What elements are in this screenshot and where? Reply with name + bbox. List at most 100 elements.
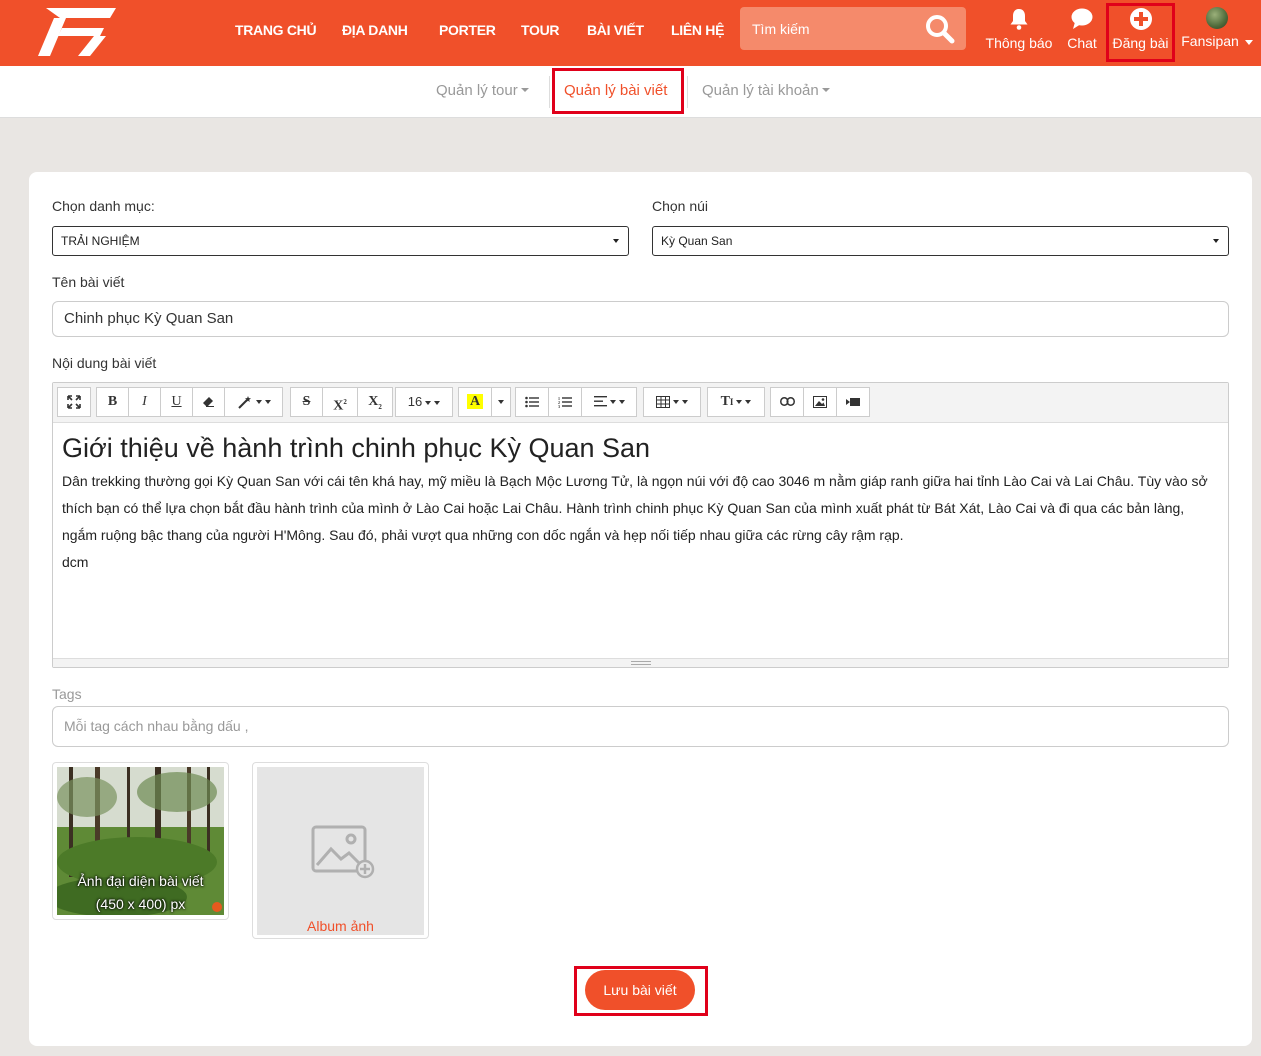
resize-grip-icon bbox=[631, 661, 651, 665]
nav-link-contact[interactable]: LIÊN HỆ bbox=[671, 22, 724, 38]
image-icon bbox=[813, 395, 827, 408]
text-color-button[interactable]: A bbox=[458, 387, 492, 417]
chevron-down-icon bbox=[1244, 39, 1253, 45]
title-input[interactable]: Chinh phục Kỳ Quan San bbox=[52, 301, 1229, 337]
insert-link-button[interactable] bbox=[770, 387, 804, 417]
subscript-button[interactable]: X2 bbox=[357, 387, 393, 417]
category-selected-value: TRẢI NGHIỆM bbox=[61, 234, 140, 248]
notifications-label: Thông báo bbox=[985, 35, 1053, 51]
rich-text-editor: B I U S X2 X2 16 A 123 TI Giới thiệu về … bbox=[52, 382, 1229, 668]
font-size-dropdown[interactable]: 16 bbox=[395, 387, 453, 417]
album-caption: Album ảnh bbox=[307, 918, 374, 934]
chat-button[interactable]: Chat bbox=[1064, 4, 1100, 60]
editor-extra-line: dcm bbox=[62, 554, 89, 570]
font-size-value: 16 bbox=[407, 394, 423, 409]
table-icon bbox=[656, 395, 670, 408]
user-menu-label: Fansipan bbox=[1181, 33, 1253, 49]
bold-button[interactable]: B bbox=[96, 387, 129, 417]
search-input[interactable] bbox=[740, 7, 920, 50]
chat-bubble-icon bbox=[1071, 8, 1093, 29]
bell-icon bbox=[1010, 9, 1028, 30]
tab-tour-manage-label: Quản lý tour bbox=[436, 82, 518, 99]
top-navbar: TRANG CHỦ ĐỊA DANH PORTER TOUR BÀI VIẾT … bbox=[0, 0, 1261, 66]
caret-down-icon bbox=[520, 87, 529, 92]
editor-resize-handle[interactable] bbox=[53, 658, 1228, 667]
superscript-button[interactable]: X2 bbox=[322, 387, 358, 417]
fullscreen-icon bbox=[67, 394, 81, 409]
eraser-button[interactable] bbox=[192, 387, 225, 417]
cover-caption-line1: Ảnh đại diện bài viết bbox=[77, 873, 204, 889]
editor-heading: Giới thiệu về hành trình chinh phục Kỳ Q… bbox=[62, 433, 651, 463]
user-menu[interactable]: Fansipan bbox=[1181, 4, 1253, 60]
category-select[interactable]: TRẢI NGHIỆM bbox=[52, 226, 629, 256]
mountain-select[interactable]: Kỳ Quan San bbox=[652, 226, 1229, 256]
unordered-list-button[interactable] bbox=[515, 387, 549, 417]
add-image-icon bbox=[311, 825, 375, 879]
editor-paragraph: Dân trekking thường gọi Kỳ Quan San với … bbox=[62, 473, 1208, 543]
title-label: Tên bài viết bbox=[52, 274, 125, 290]
video-icon bbox=[846, 397, 860, 406]
magic-style-dropdown[interactable] bbox=[224, 387, 283, 417]
style-dropdown[interactable]: TI bbox=[707, 387, 765, 417]
cover-caption-line2: (450 x 400) px bbox=[95, 896, 186, 912]
mountain-label: Chọn núi bbox=[652, 198, 709, 214]
plus-circle-icon bbox=[1129, 8, 1152, 30]
forest-photo bbox=[57, 767, 224, 915]
table-dropdown[interactable] bbox=[643, 387, 701, 417]
svg-text:3: 3 bbox=[558, 404, 560, 408]
tab-post-manage[interactable]: Quản lý bài viết bbox=[564, 82, 667, 99]
link-icon bbox=[779, 397, 795, 407]
album-upload[interactable]: Album ảnh bbox=[252, 762, 429, 939]
highlight-a-icon: A bbox=[466, 394, 484, 409]
album-placeholder: Album ảnh bbox=[257, 767, 424, 935]
editor-toolbar: B I U S X2 X2 16 A 123 TI bbox=[53, 383, 1228, 423]
tags-placeholder: Mỗi tag cách nhau bằng dấu , bbox=[64, 718, 249, 734]
site-logo[interactable] bbox=[32, 6, 120, 58]
post-form-card: Chọn danh mục: TRẢI NGHIỆM Chọn núi Kỳ Q… bbox=[29, 172, 1252, 1046]
save-post-button[interactable]: Lưu bài viết bbox=[585, 970, 695, 1010]
eraser-icon bbox=[203, 397, 214, 408]
chat-label: Chat bbox=[1067, 35, 1097, 51]
nav-link-places[interactable]: ĐỊA DANH bbox=[342, 22, 408, 38]
text-color-dropdown[interactable] bbox=[491, 387, 511, 417]
tab-account-manage-label: Quản lý tài khoản bbox=[702, 82, 819, 99]
cover-image-preview: Ảnh đại diện bài viết (450 x 400) px bbox=[57, 767, 224, 915]
select-arrow-icon bbox=[1213, 239, 1219, 243]
fullscreen-button[interactable] bbox=[57, 387, 91, 417]
category-label: Chọn danh mục: bbox=[52, 198, 155, 214]
search-box bbox=[740, 7, 966, 50]
insert-video-button[interactable] bbox=[836, 387, 870, 417]
editor-content-area[interactable]: Giới thiệu về hành trình chinh phục Kỳ Q… bbox=[53, 423, 1228, 659]
select-arrow-icon bbox=[613, 239, 619, 243]
user-name: Fansipan bbox=[1181, 33, 1239, 49]
italic-button[interactable]: I bbox=[128, 387, 161, 417]
create-post-button[interactable]: Đăng bài bbox=[1109, 4, 1172, 60]
notifications-button[interactable]: Thông báo bbox=[984, 4, 1054, 60]
bullet-list-icon bbox=[525, 396, 539, 408]
avatar bbox=[1206, 7, 1228, 29]
tags-label: Tags bbox=[52, 686, 82, 702]
caret-down-icon bbox=[821, 87, 830, 92]
strikethrough-button[interactable]: S bbox=[290, 387, 323, 417]
underline-button[interactable]: U bbox=[160, 387, 193, 417]
search-icon[interactable] bbox=[924, 14, 956, 44]
divider bbox=[687, 76, 688, 108]
tags-input[interactable]: Mỗi tag cách nhau bằng dấu , bbox=[52, 706, 1229, 747]
insert-image-button[interactable] bbox=[803, 387, 837, 417]
numbered-list-icon: 123 bbox=[558, 396, 572, 409]
ordered-list-button[interactable]: 123 bbox=[548, 387, 582, 417]
nav-link-home[interactable]: TRANG CHỦ bbox=[235, 22, 317, 38]
cover-image-upload[interactable]: Ảnh đại diện bài viết (450 x 400) px bbox=[52, 762, 229, 920]
content-label: Nội dung bài viết bbox=[52, 355, 157, 371]
nav-link-posts[interactable]: BÀI VIẾT bbox=[587, 22, 644, 38]
nav-link-tour[interactable]: TOUR bbox=[521, 22, 560, 38]
admin-subnav: Quản lý tour Quản lý bài viết Quản lý tà… bbox=[0, 66, 1261, 118]
nav-link-porter[interactable]: PORTER bbox=[439, 22, 496, 38]
magic-wand-icon bbox=[237, 395, 251, 409]
mountain-selected-value: Kỳ Quan San bbox=[661, 234, 733, 248]
create-post-label: Đăng bài bbox=[1112, 35, 1169, 51]
tab-tour-manage[interactable]: Quản lý tour bbox=[436, 82, 529, 99]
divider bbox=[549, 76, 550, 108]
paragraph-align-dropdown[interactable] bbox=[581, 387, 637, 417]
tab-account-manage[interactable]: Quản lý tài khoản bbox=[702, 82, 830, 99]
